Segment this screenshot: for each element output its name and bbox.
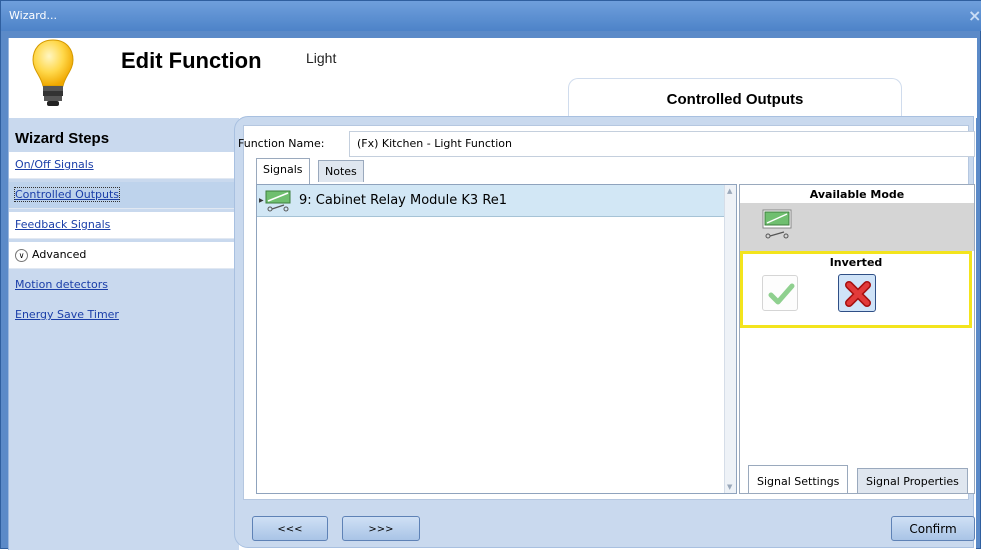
client-area: Edit Function Light Controlled Outputs W…	[8, 38, 977, 550]
sidebar-item-on-off-signals[interactable]: On/Off Signals	[9, 152, 234, 179]
relay-icon	[265, 190, 291, 217]
chevron-down-icon[interactable]: ∨	[15, 248, 28, 262]
sidebar-item-label[interactable]: Feedback Signals	[15, 218, 110, 231]
function-name-field[interactable]: (Fx) Kitchen - Light Function	[349, 131, 975, 157]
tab-signals[interactable]: Signals	[256, 158, 310, 184]
check-icon[interactable]	[762, 275, 798, 311]
sidebar-item-label: Advanced	[32, 248, 87, 261]
sidebar-item-feedback-signals[interactable]: Feedback Signals	[9, 212, 234, 239]
sidebar-item-energy-save-timer[interactable]: Energy Save Timer	[9, 302, 234, 329]
next-button[interactable]: >>>	[342, 516, 420, 541]
sidebar-item-controlled-outputs[interactable]: Controlled Outputs	[9, 182, 234, 209]
wizard-window: Wizard... × Edit Function Light Controll…	[0, 0, 981, 550]
x-icon[interactable]	[838, 274, 876, 312]
title-bar: Wizard... ×	[1, 1, 981, 31]
back-button[interactable]: <<<	[252, 516, 328, 541]
available-mode-area	[740, 203, 974, 251]
row-indicator-icon: ▶	[259, 197, 264, 204]
tab-controlled-outputs: Controlled Outputs	[568, 78, 902, 116]
tab-signal-properties[interactable]: Signal Properties	[857, 468, 968, 493]
sidebar-item-label[interactable]: Motion detectors	[15, 278, 108, 291]
relay-icon[interactable]	[762, 209, 792, 246]
page-subtitle: Light	[306, 50, 337, 66]
tab-signal-settings[interactable]: Signal Settings	[748, 465, 849, 493]
page-title: Edit Function	[121, 48, 262, 73]
signals-scrollbar[interactable]: ▲ ▼	[724, 185, 736, 493]
available-mode-header: Available Mode	[809, 188, 905, 201]
inverted-label: Inverted	[829, 256, 883, 269]
scroll-up-icon[interactable]: ▲	[727, 187, 732, 195]
window-title: Wizard...	[9, 9, 58, 22]
inverted-group: Inverted	[740, 251, 972, 328]
light-bulb-icon	[31, 38, 75, 113]
scroll-down-icon[interactable]: ▼	[727, 483, 732, 491]
header: Edit Function Light Controlled Outputs	[9, 38, 977, 118]
close-icon[interactable]: ×	[968, 7, 981, 25]
sidebar-item-label[interactable]: Controlled Outputs	[13, 187, 121, 202]
signal-label: 9: Cabinet Relay Module K3 Re1	[299, 193, 508, 208]
tab-notes[interactable]: Notes	[318, 160, 364, 182]
sidebar-item-label[interactable]: Energy Save Timer	[15, 308, 119, 321]
sidebar-item-motion-detectors[interactable]: Motion detectors	[9, 272, 234, 299]
confirm-button[interactable]: Confirm	[891, 516, 975, 541]
sidebar-item-label[interactable]: On/Off Signals	[15, 158, 94, 171]
signals-list: ▶ 9: Cabinet Relay Module K3 Re1 ▲ ▼	[256, 184, 737, 494]
wizard-steps-title: Wizard Steps	[15, 130, 110, 147]
function-name-label: Function Name:	[238, 137, 325, 150]
sidebar-item-advanced[interactable]: ∨ Advanced	[9, 242, 234, 269]
signal-settings-panel: Available Mode Inverted Signal Settings …	[739, 184, 975, 494]
list-item[interactable]: ▶ 9: Cabinet Relay Module K3 Re1	[257, 185, 724, 217]
